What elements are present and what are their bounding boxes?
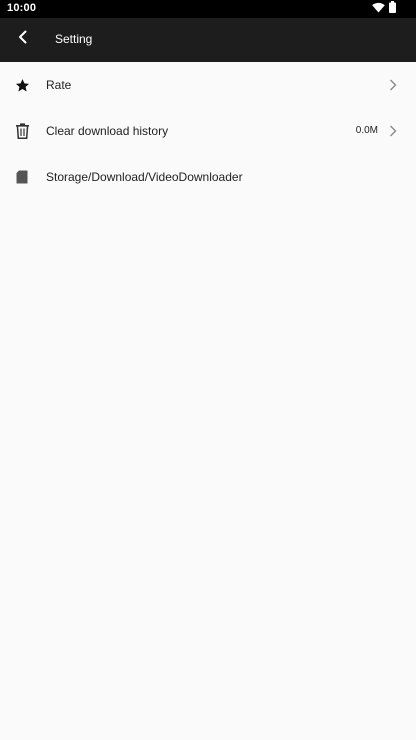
settings-item-rate[interactable]: Rate [0, 62, 416, 108]
settings-item-label: Rate [46, 78, 72, 92]
settings-item-label: Clear download history [46, 124, 169, 138]
trash-icon [14, 123, 30, 139]
settings-item-storage-path[interactable]: Storage/Download/VideoDownloader [0, 154, 416, 200]
status-bar: 10:00 [0, 0, 416, 18]
status-icons [372, 0, 396, 18]
sd-card-icon [14, 169, 30, 185]
settings-list: Rate Clear download history 0.0M Storage… [0, 62, 416, 200]
status-time: 10:00 [7, 2, 37, 14]
battery-icon [389, 0, 396, 18]
page-title: Setting [55, 32, 93, 46]
wifi-icon [372, 0, 385, 18]
settings-item-clear-history[interactable]: Clear download history 0.0M [0, 108, 416, 154]
chevron-right-icon [388, 77, 398, 93]
history-size-value: 0.0M [355, 125, 378, 136]
settings-item-label: Storage/Download/VideoDownloader [46, 170, 243, 184]
back-button[interactable] [8, 24, 38, 54]
back-arrow-icon [17, 30, 29, 49]
chevron-right-icon [388, 123, 398, 139]
toolbar: Setting [0, 18, 416, 62]
star-icon [14, 77, 30, 93]
